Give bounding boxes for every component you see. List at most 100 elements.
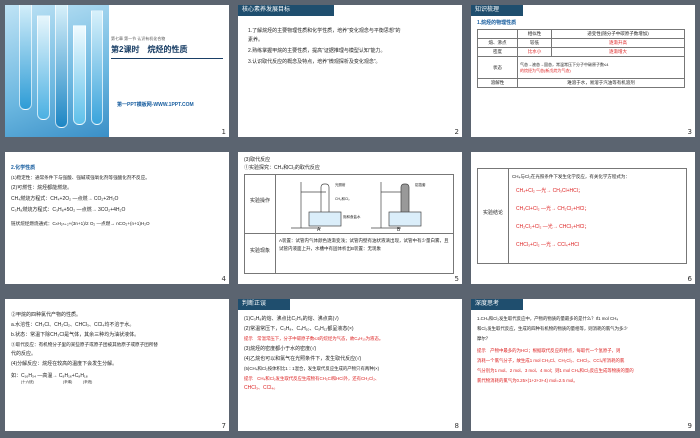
compound-label: (十六烷)	[21, 380, 34, 384]
table-cell: 气态→液态→固态，常温常压下分子中碳原子数≤4 的烷烃为气态(新戊烷为气态)	[517, 56, 685, 79]
label-foil: 铝箔套	[415, 182, 426, 187]
text-line: b.状态：常温下除CH₃Cl是气体，其余三种均为油状液体。	[11, 332, 140, 338]
judgement-line: (5)CH₄和Cl₂按体积比1∶1混合，发生取代反应生成的产物只有两种(×)	[244, 366, 380, 371]
table-cell: 难溶于水，易溶于汽油等有机溶剂	[517, 78, 685, 88]
section-title: 1.烷烃的物理性质	[477, 20, 517, 26]
text-line: (4)分解反应：烷烃在较高的温度下会发生分解。	[11, 361, 118, 367]
slide-number: 4	[221, 275, 226, 283]
goal-line-1: 1.了解烷烃的主要物理性质和化学性质，培养“变化观念与平衡思想”的	[248, 28, 401, 34]
experiment-table: 实验操作 实验现象 A B 光照射 铝箔套 CH₄和Cl₂ 饱和食盐水 A装置：…	[244, 174, 454, 274]
equation-line: 如：C₁₆H₃₄ —高温→ C₈H₁₆+C₈H₁₈	[11, 373, 88, 379]
table-cell: 逐渐增大	[551, 47, 685, 57]
equation-line: CH₄燃烧方程式：CH₄+2O₂ —点燃→ CO₂+2H₂O	[11, 196, 119, 202]
answer-line: 气分别为1 mol、2 mol、3 mol、4 mol；则1 mol CH₄和C…	[477, 368, 634, 373]
test-tube-4	[73, 25, 86, 125]
label-brine: 饱和食盐水	[343, 214, 361, 219]
slide-thumbnail-1[interactable]: 第七章 第一节 认识有机化合物 第2课时 烷烃的性质 第一PPT模板网-WWW.…	[5, 5, 229, 137]
slide-thumbnail-5[interactable]: (3)取代反应 ①实验探究：CH₄和Cl₂的取代反应 实验操作 实验现象 A B	[238, 152, 462, 284]
question-line: 1.CH₄和Cl₂发生取代反应中，产物的物质的量最多的是什么？If1 mol C…	[477, 316, 619, 321]
title-underline	[111, 58, 223, 59]
slide-thumbnail-7[interactable]: ②甲烷的四种氯代产物的性质。 a.水溶性：CH₃Cl、CH₂Cl₂、CHCl₃、…	[5, 299, 229, 431]
slide-header: 核心素养发展目标	[238, 5, 334, 16]
table-header: 相似性	[517, 29, 552, 39]
goal-line-2: 素养。	[248, 37, 264, 43]
equation-line: CH₄+Cl₂ —光→ CH₃Cl+HCl；	[516, 188, 583, 194]
slide-number: 2	[454, 128, 459, 136]
hint-line: 提示 CH₄和Cl₂发生取代反应生成物有CH₃Cl和HCl外，还有CH₂Cl₂、	[244, 376, 380, 381]
equation-line: CH₃Cl+Cl₂ —光→ CH₂Cl₂+HCl；	[516, 206, 590, 212]
lesson-title: 第2课时 烷烃的性质	[111, 45, 188, 54]
table-cell: 逐渐升高	[551, 38, 685, 48]
table-cell: 状态	[477, 56, 518, 79]
slide-number: 3	[687, 128, 692, 136]
slide-thumbnail-9[interactable]: 深度思考 1.CH₄和Cl₂发生取代反应中，产物的物质的量最多的是什么？If1 …	[471, 299, 695, 431]
text-line: ②甲烷的四种氯代产物的性质。	[11, 312, 82, 318]
slide-header: 判断正误	[238, 299, 290, 310]
slide-header: 深度思考	[471, 299, 523, 310]
goal-line-4: 3.认识取代反应的概念及特点，培养“微观探析及变化观念”。	[248, 59, 381, 65]
conclusion-intro: CH₄与Cl₂在光照条件下发生化学反应，有关化学方程式为：	[512, 174, 630, 179]
test-tube-1	[19, 5, 32, 110]
section-title: 2.化学性质	[11, 165, 36, 171]
table-cell: 溶解性	[477, 78, 518, 88]
cover-image	[5, 5, 109, 137]
goal-line-3: 2.熟练掌握甲烷的主要性质，提高“证据推理与模型认知”能力。	[248, 48, 386, 54]
slide-thumbnail-8[interactable]: 判断正误 (1)C₃H₈的熔、沸点比C₂H₆的熔、沸点高(√) (2)常温常压下…	[238, 299, 462, 431]
conclusion-table: 实验结论 CH₄与Cl₂在光照条件下发生化学反应，有关化学方程式为： CH₄+C…	[477, 168, 687, 264]
hint-line: CHCl₃、CCl₄。	[244, 385, 279, 391]
table-cell: 熔、沸点	[477, 38, 518, 48]
label-light: 光照射	[335, 182, 346, 187]
apparatus-diagram: A B 光照射 铝箔套 CH₄和Cl₂ 饱和食盐水	[291, 182, 426, 232]
text-line: ③取代反应：有机物分子里的某些原子或原子团被其他原子或原子团所替	[11, 342, 159, 347]
table-cell: 密度	[477, 47, 518, 57]
phenomenon-text: A装置：试管内气体颜色逐渐变浅；试管内壁有油状液滴出现，试管中有少量白雾，且试管…	[279, 238, 449, 251]
table-row: 相似性 递变性(随分子中碳原子数增加)	[477, 29, 685, 39]
properties-table: 相似性 递变性(随分子中碳原子数增加) 熔、沸点 较低 逐渐升高 密度 比水小 …	[477, 29, 685, 88]
answer-line: 氯代物消耗的氯气为0.25×(1+2+3+4) mol=2.5 mol。	[477, 378, 578, 383]
hint-line: 提示 常温常压下，分子中碳原子数≤4的烷烃为气态，故C₄H₁₀为液态。	[244, 336, 384, 341]
apparatus-a	[291, 182, 342, 229]
row-label-phenomenon: 实验现象	[249, 248, 270, 254]
equation-line: CH₂Cl₂+Cl₂ —光→ CHCl₃+HCl；	[516, 224, 590, 230]
answer-line: 提示 产物中最多的为HCl；根据取代反应的特点，每取代一个氢原子，则	[477, 348, 621, 353]
test-tube-2	[37, 15, 50, 120]
slide-header: 知识梳理	[471, 5, 523, 16]
text-line: 代的反应。	[11, 351, 37, 357]
apparatus-b	[371, 182, 422, 229]
equation-line: C₃H₈燃烧方程式：C₃H₈+5O₂ —点燃→ 3CO₂+4H₂O	[11, 207, 126, 213]
table-row: 溶解性 难溶于水，易溶于汽油等有机溶剂	[477, 78, 685, 88]
slide-number: 5	[454, 275, 459, 283]
table-cell: 较低	[517, 38, 552, 48]
judgement-line: (4)乙烷也可以和氯气在光照条件下，发生取代反应(√)	[244, 356, 362, 362]
equation-line: 链状烷烃燃烧通式：CₙH₂ₙ₊₂+(3n+1)/2 O₂ —点燃→ nCO₂+(…	[11, 221, 150, 226]
slide-number: 9	[687, 422, 692, 430]
slide-thumbnail-2[interactable]: 核心素养发展目标 1.了解烷烃的主要物理性质和化学性质，培养“变化观念与平衡思想…	[238, 5, 462, 137]
slide-number: 8	[454, 422, 459, 430]
slide-number: 6	[687, 275, 692, 283]
text-line: (1)稳定性：通常条件下与强酸、强碱或强氧化剂等强酸化剂不反应。	[11, 175, 150, 180]
slide-thumbnail-6[interactable]: 实验结论 CH₄与Cl₂在光照条件下发生化学反应，有关化学方程式为： CH₄+C…	[471, 152, 695, 284]
text-line: (2)可燃性：烷烃都能燃烧。	[11, 185, 73, 191]
label-gas: CH₄和Cl₂	[335, 196, 350, 201]
judgement-line: (1)C₃H₈的熔、沸点比C₂H₆的熔、沸点高(√)	[244, 316, 339, 322]
judgement-line: (3)烷烃的密度都小于水的密度(√)	[244, 346, 317, 352]
table-row: 状态 气态→液态→固态，常温常压下分子中碳原子数≤4 的烷烃为气态(新戊烷为气态…	[477, 56, 685, 79]
sub-title: ①实验探究：CH₄和Cl₂的取代反应	[244, 165, 320, 171]
table-row: 熔、沸点 较低 逐渐升高	[477, 38, 685, 48]
judgement-line: (2)常温常压下，C₃H₈、C₄H₁₀、C₅H₁₂都呈液态(×)	[244, 326, 354, 332]
slide-thumbnail-3[interactable]: 知识梳理 1.烷烃的物理性质 相似性 递变性(随分子中碳原子数增加) 熔、沸点 …	[471, 5, 695, 137]
compound-label: (辛烯)	[63, 380, 73, 384]
answer-line: 消耗一个氯气分子，故生成1 mol CH₃Cl、CH₂Cl₂、CHCl₃、CCl…	[477, 358, 625, 363]
question-line: 摩尔？	[477, 336, 491, 341]
slide-number: 1	[221, 128, 226, 136]
equation-line: CHCl₃+Cl₂ —光→ CCl₄+HCl	[516, 242, 579, 248]
test-tube-3	[55, 5, 68, 128]
col-divider	[508, 169, 509, 263]
question-line: 和Cl₂发生取代反应，生成的四种有机物的物质的量相等，则消耗的氯气为多少	[477, 326, 628, 331]
site-label: 第一PPT模板网-WWW.1PPT.COM	[117, 102, 194, 108]
compound-label: (辛烷)	[83, 380, 93, 384]
section-title: (3)取代反应	[244, 157, 271, 163]
slide-thumbnail-4[interactable]: 2.化学性质 (1)稳定性：通常条件下与强酸、强碱或强氧化剂等强酸化剂不反应。 …	[5, 152, 229, 284]
table-row: 密度 比水小 逐渐增大	[477, 47, 685, 57]
row-divider	[245, 233, 453, 234]
